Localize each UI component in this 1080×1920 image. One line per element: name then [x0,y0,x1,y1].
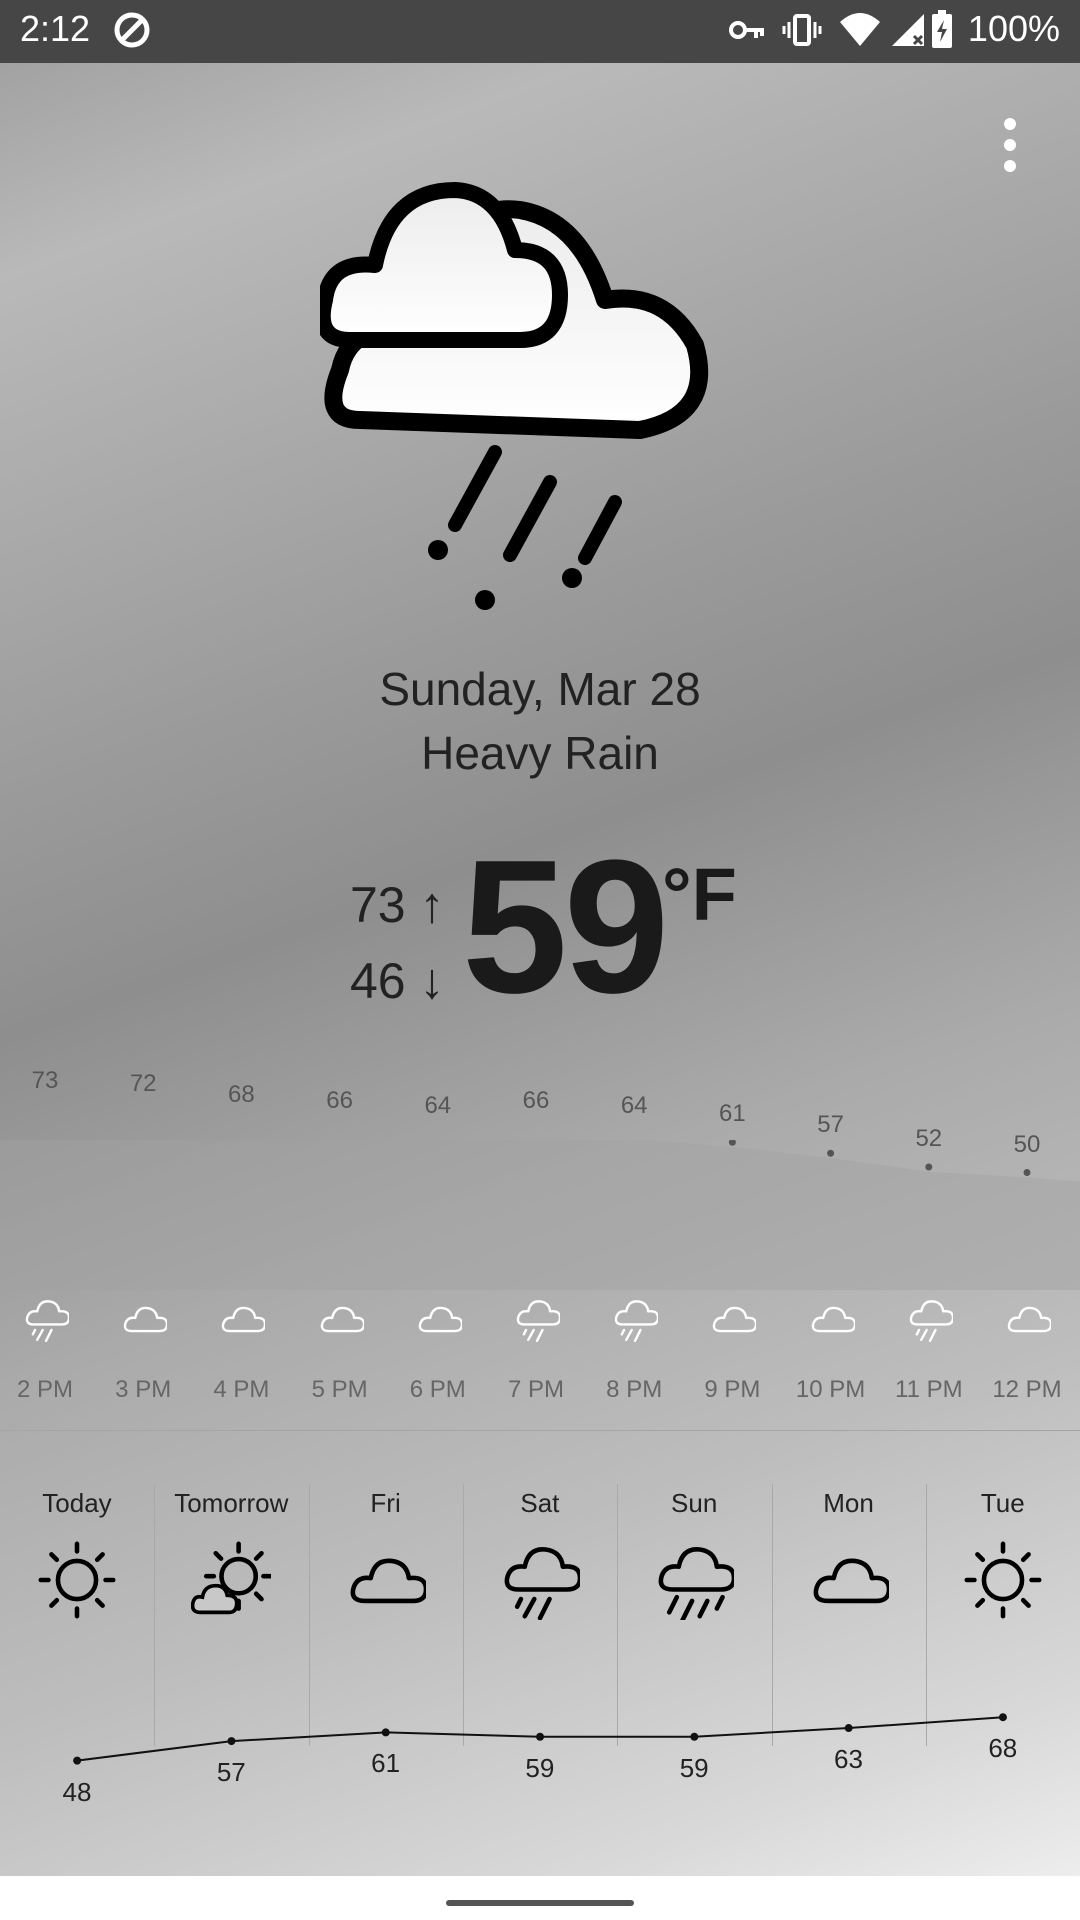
daily-temp-point [536,1732,545,1741]
more-vert-icon [1004,118,1016,172]
weather-screen: 2:12 100% Sunday, Mar 28 Heavy Rain 73 ↑… [0,0,1080,1920]
hourly-time-label: 5 PM [311,1376,368,1403]
rain-cloud-icon [23,1296,71,1347]
signal-icon [888,10,928,55]
hourly-time-label: 11 PM [895,1376,963,1403]
hourly-temp-point [1023,1169,1031,1176]
hourly-temp-area [0,1140,1080,1290]
daily-temp-point [73,1756,82,1765]
battery-charging-icon [930,10,954,55]
hourly-temp-label: 72 [129,1070,157,1097]
day-name: Today [42,1488,112,1518]
rain-cloud-icon [514,1296,562,1347]
wifi-icon [838,10,882,55]
hourly-time-label: 6 PM [409,1376,466,1403]
day-name: Tomorrow [174,1488,289,1518]
hourly-temp-label: 64 [424,1092,452,1119]
hourly-temp-label: 64 [620,1092,648,1119]
sun-icon [963,1540,1043,1625]
cloud-icon [1005,1296,1053,1347]
hourly-temp-label: 57 [817,1111,844,1139]
vibrate-icon [782,10,822,55]
vpn-key-icon [728,10,768,55]
day-name: Fri [370,1488,401,1518]
daily-temp-point [998,1713,1007,1722]
more-options-button[interactable] [990,110,1030,180]
cloud-icon [809,1296,856,1347]
home-gesture-handle[interactable] [446,1900,634,1906]
navigation-bar [0,1876,1080,1920]
hourly-temp-label: 50 [1013,1130,1041,1158]
partly-cloudy-icon [191,1540,274,1625]
down-arrow-icon: ↓ [419,953,445,1009]
daily-temp-point [381,1728,390,1737]
low-temp-value: 46 [350,953,406,1009]
daily-temp-point [844,1724,853,1733]
hourly-time-label: 10 PM [795,1376,866,1403]
rain-cloud-icon [612,1296,660,1347]
hourly-time-label: 12 PM [992,1376,1062,1403]
cloud-icon [121,1296,169,1347]
day-name: Tue [980,1488,1025,1518]
temperature-unit: °F [662,853,737,936]
daily-temp-point [690,1732,699,1741]
hourly-temp-point [728,1140,736,1146]
current-date: Sunday, Mar 28 [379,663,701,715]
status-bar: 2:12 100% [0,0,1080,63]
hourly-temp-label: 66 [326,1086,353,1114]
hourly-time-label: 2 PM [16,1376,73,1403]
data-saver-icon [112,10,152,55]
day-name: Mon [823,1488,874,1518]
hourly-time-label: 9 PM [704,1376,761,1403]
hourly-time-label: 4 PM [213,1376,270,1403]
rain-cloud-icon [500,1540,583,1625]
hourly-temp-point [925,1163,933,1171]
sun-icon [37,1540,117,1625]
hourly-temp-label: 68 [228,1081,255,1108]
current-condition: Heavy Rain [421,727,659,779]
hourly-time-label: 7 PM [507,1376,564,1403]
high-temp-value: 73 [350,877,406,933]
hourly-temp-chart [0,1140,1080,1290]
divider [0,1430,1080,1431]
cloud-icon [416,1296,464,1347]
hourly-time-label: 8 PM [606,1376,663,1403]
current-temperature: 59 [462,821,669,1033]
hourly-temp-point [827,1149,835,1157]
day-name: Sun [671,1488,718,1518]
high-temp: 73 ↑ [350,876,445,934]
heavy-rain-icon [314,180,720,625]
daily-temp-point [227,1737,236,1746]
hourly-temp-label: 73 [31,1067,59,1095]
day-name: Sat [520,1488,560,1518]
cloud-icon [710,1296,758,1347]
battery-percentage: 100% [967,8,1060,49]
cloud-icon [346,1540,429,1625]
cloud-icon [318,1296,365,1347]
hourly-temp-label: 66 [522,1086,550,1114]
heavy-rain-cloud-icon [654,1540,737,1625]
daily-temp-label: 48 [62,1776,92,1807]
cloud-icon [219,1296,267,1347]
rain-cloud-icon [907,1296,955,1347]
hourly-temp-label: 52 [915,1125,943,1152]
daily-temp-chart [73,1713,1007,1765]
low-temp: 46 ↓ [350,952,445,1010]
hourly-temp-label: 61 [719,1100,746,1128]
hourly-time-label: 3 PM [115,1376,172,1403]
up-arrow-icon: ↑ [419,877,445,933]
status-time: 2:12 [20,8,91,49]
cloud-icon [809,1540,891,1625]
